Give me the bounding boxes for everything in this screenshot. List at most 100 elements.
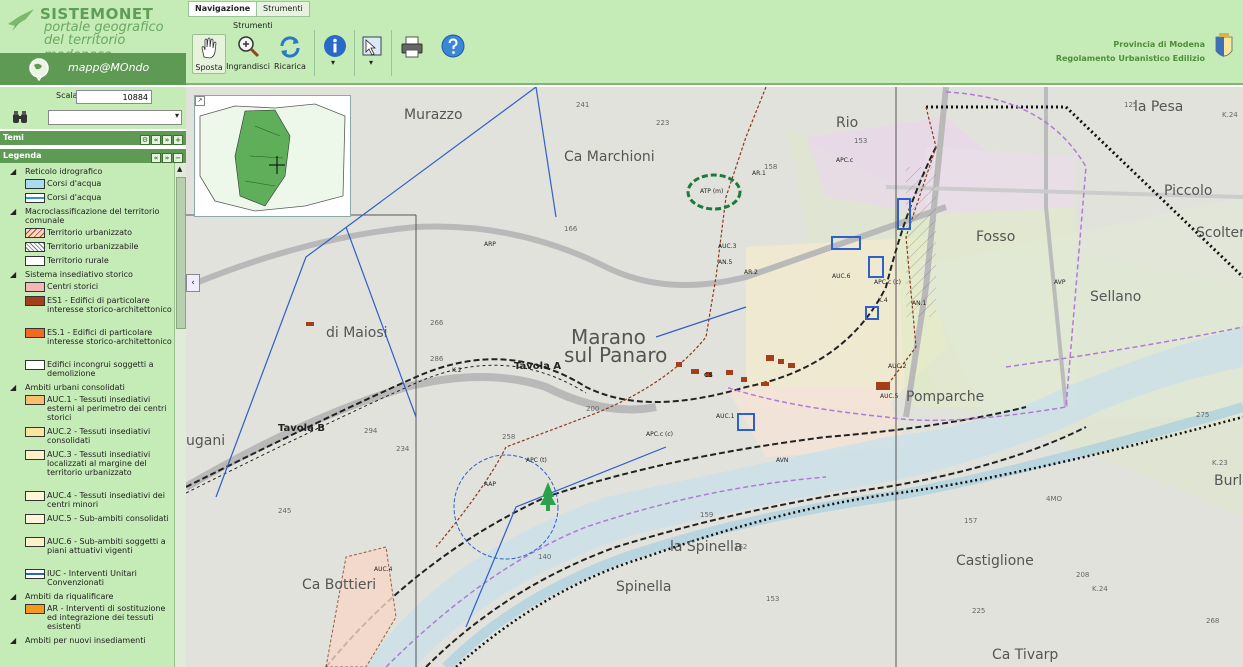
legend-item: Territorio rurale xyxy=(0,256,172,266)
help-button[interactable] xyxy=(438,34,468,62)
zone-label: AUC.3 xyxy=(718,243,737,250)
legend-label: Centri storici xyxy=(47,282,99,291)
map-pointer-icon xyxy=(362,36,382,56)
print-button[interactable] xyxy=(397,34,427,62)
legend-label: Ambiti per nuovi insediamenti xyxy=(25,636,146,645)
legend-label: Edifici incongrui soggetti a demolizione xyxy=(47,360,154,378)
elevation-label: 275 xyxy=(1196,411,1210,419)
legend-item: Corsi d'acqua xyxy=(0,179,172,189)
elevation-label: 234 xyxy=(396,445,410,453)
minus-icon[interactable]: − xyxy=(173,153,183,163)
mappamondo-link[interactable]: mapp@MOndo xyxy=(0,53,186,85)
expand-triangle-icon[interactable]: ◢ xyxy=(10,383,16,392)
legend-item: AR - Interventi di sostituzione ed integ… xyxy=(0,604,172,631)
toolbar-separator xyxy=(354,30,355,76)
zone-label: AUC.2 xyxy=(888,363,907,370)
map-canvas[interactable]: ↗ ‹ Marano sul Panaro Tavola A Tavola B … xyxy=(186,87,1243,667)
toponym: Piccolo xyxy=(1164,183,1213,199)
scroll-up-icon[interactable]: ▲ xyxy=(177,165,182,173)
legend-swatch-icon xyxy=(25,537,45,547)
globe-icon xyxy=(29,58,49,81)
expand-icon[interactable]: « xyxy=(151,153,161,163)
collapse-panel-tab[interactable]: ‹ xyxy=(186,274,200,292)
expand-triangle-icon[interactable]: ◢ xyxy=(10,207,16,216)
expand-triangle-icon[interactable]: ◢ xyxy=(10,167,16,176)
legend-label: IUC - Interventi Unitari Convenzionati xyxy=(47,569,137,587)
binoculars-icon[interactable] xyxy=(12,110,28,124)
expand-icon[interactable]: « xyxy=(151,135,161,145)
elevation-label: 294 xyxy=(364,427,378,435)
legend-swatch-icon xyxy=(25,360,45,370)
overview-map[interactable]: ↗ xyxy=(194,95,351,217)
legend-item: AUC.3 - Tessuti insediativi localizzati … xyxy=(0,450,172,477)
tab-navigazione[interactable]: Navigazione xyxy=(188,1,258,17)
pan-button[interactable]: Sposta xyxy=(192,34,226,74)
info-dropdown-arrow[interactable]: ▾ xyxy=(331,58,335,67)
expand-triangle-icon[interactable]: ◢ xyxy=(10,636,16,645)
elevation-label: 125 xyxy=(1124,101,1138,109)
legend-swatch-icon xyxy=(25,193,45,203)
legend-scrollbar[interactable]: ▲ xyxy=(174,163,186,667)
zone-label: APC.c xyxy=(836,157,854,164)
toponym: di Maiosi xyxy=(326,325,388,341)
legend-item: AUC.2 - Tessuti insediativi consolidati xyxy=(0,427,172,445)
toolbar-separator xyxy=(391,30,392,76)
legend-swatch-icon xyxy=(25,427,45,437)
add-icon[interactable]: + xyxy=(173,135,183,145)
legend-group: ◢ Macroclassificazione del territorio com… xyxy=(0,207,172,225)
zone-label: AUC.4 xyxy=(374,566,393,573)
elevation-label: 225 xyxy=(972,607,986,615)
legend-swatch-icon xyxy=(25,569,45,579)
elevation-label: 162 xyxy=(734,543,748,551)
zone-label: AUC.1 xyxy=(716,413,735,420)
scrollbar-thumb[interactable] xyxy=(176,177,186,329)
elevation-label: K.23 xyxy=(1212,459,1228,467)
legend-swatch-icon xyxy=(25,604,45,614)
legend-label: AUC.3 - Tessuti insediativi localizzati … xyxy=(47,450,151,477)
zone-label: AN.5 xyxy=(718,259,733,266)
zone-label: AVN xyxy=(776,457,789,464)
legend-swatch-icon xyxy=(25,491,45,501)
brand-header: SISTEMONET portale geografico del territ… xyxy=(0,0,186,63)
zone-label: APC (t) xyxy=(526,457,547,464)
toolbar-separator xyxy=(314,30,315,76)
zone-label: K.4 xyxy=(878,297,888,304)
collapse-icon[interactable]: » xyxy=(162,135,172,145)
legend-item: IUC - Interventi Unitari Convenzionati xyxy=(0,569,172,587)
reload-button[interactable]: Ricarica xyxy=(272,34,308,71)
toponym: Castiglione xyxy=(956,553,1034,569)
zoom-in-button[interactable]: Ingrandisci xyxy=(226,34,270,71)
elevation-label: K.24 xyxy=(1222,111,1238,119)
tab-strumenti[interactable]: Strumenti xyxy=(256,1,310,17)
toponym: la Pesa xyxy=(1134,99,1184,115)
expand-triangle-icon[interactable]: ◢ xyxy=(10,270,16,279)
scale-input[interactable] xyxy=(76,90,152,104)
legend-swatch-icon xyxy=(25,179,45,189)
help-icon xyxy=(441,34,465,58)
toponym: Spinella xyxy=(616,579,672,595)
legend-item: Centri storici xyxy=(0,282,172,292)
refresh-icon xyxy=(280,36,300,58)
elevation-label: 166 xyxy=(564,225,578,233)
legend-swatch-icon xyxy=(25,395,45,405)
town-name: sul Panaro xyxy=(564,343,668,367)
legend-label: AUC.6 - Sub-ambiti soggetti a piani attu… xyxy=(47,537,166,555)
elevation-label: 140 xyxy=(538,553,552,561)
reload-label: Ricarica xyxy=(274,62,306,71)
tavola-a-label: Tavola A xyxy=(514,361,562,372)
search-select[interactable]: ▾ xyxy=(48,110,182,125)
legenda-panel-header[interactable]: Legenda «» − xyxy=(0,149,186,163)
select-dropdown-arrow[interactable]: ▾ xyxy=(369,58,373,67)
overview-toggle-icon[interactable]: ↗ xyxy=(195,96,205,106)
elevation-label: 159 xyxy=(700,511,714,519)
temi-panel-header[interactable]: Temi ⚙ «» + xyxy=(0,131,186,145)
legend-group: ◢ Reticolo idrografico xyxy=(0,167,172,176)
toponym: Ca Marchioni xyxy=(564,149,655,165)
toponym: ugani xyxy=(186,433,226,449)
legend-item: ES.1 - Edifici di particolare interesse … xyxy=(0,328,172,346)
legend-label: Territorio rurale xyxy=(47,256,109,265)
settings-icon[interactable]: ⚙ xyxy=(140,135,150,145)
expand-triangle-icon[interactable]: ◢ xyxy=(10,592,16,601)
collapse-icon[interactable]: » xyxy=(162,153,172,163)
legend-item: AUC.1 - Tessuti insediativi esterni al p… xyxy=(0,395,172,422)
